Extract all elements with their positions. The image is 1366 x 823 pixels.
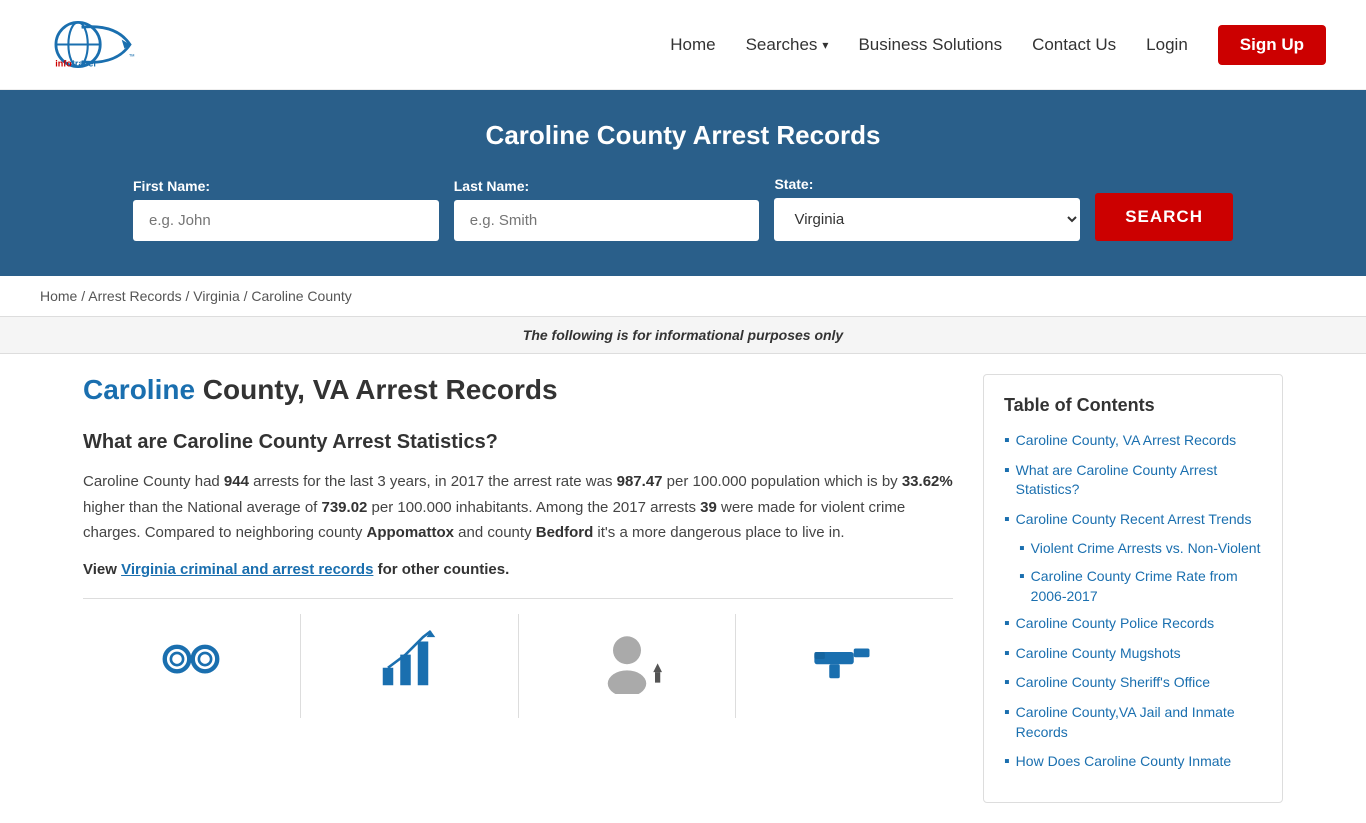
hero-section: Caroline County Arrest Records First Nam… — [0, 90, 1366, 276]
section1-paragraph: Caroline County had 944 arrests for the … — [83, 469, 953, 546]
bullet-icon: ▪ — [1019, 567, 1025, 586]
nav-home[interactable]: Home — [670, 35, 715, 55]
icon-cell-chart — [301, 614, 519, 718]
toc-link-sub-0[interactable]: Violent Crime Arrests vs. Non-Violent — [1031, 539, 1261, 559]
bullet-icon: ▪ — [1004, 703, 1010, 722]
search-form: First Name: Last Name: State: Virginia A… — [133, 176, 1233, 241]
hero-title: Caroline County Arrest Records — [40, 120, 1326, 151]
toc-list: ▪ Caroline County, VA Arrest Records ▪ W… — [1004, 431, 1262, 772]
toc-box: Table of Contents ▪ Caroline County, VA … — [983, 374, 1283, 803]
toc-link-6[interactable]: Caroline County,VA Jail and Inmate Recor… — [1016, 703, 1262, 742]
nav-links: Home Searches ▾ Business Solutions Conta… — [670, 25, 1326, 65]
toc-link-3[interactable]: Caroline County Police Records — [1016, 614, 1214, 634]
first-name-label: First Name: — [133, 178, 439, 194]
last-name-group: Last Name: — [454, 178, 760, 241]
last-name-label: Last Name: — [454, 178, 760, 194]
nav-contact-us[interactable]: Contact Us — [1032, 35, 1116, 55]
toc-link-1[interactable]: What are Caroline County Arrest Statisti… — [1016, 461, 1262, 500]
heading-rest: County, VA Arrest Records — [195, 374, 558, 405]
view-records-line: View Virginia criminal and arrest record… — [83, 561, 953, 578]
bullet-icon: ▪ — [1019, 539, 1025, 558]
breadcrumb: Home / Arrest Records / Virginia / Carol… — [0, 276, 1366, 317]
gun-icon — [810, 624, 880, 708]
search-button[interactable]: SEARCH — [1095, 193, 1233, 241]
bullet-icon: ▪ — [1004, 644, 1010, 663]
info-banner: The following is for informational purpo… — [0, 317, 1366, 354]
icon-cell-mugshot — [519, 614, 737, 718]
bullet-icon: ▪ — [1004, 673, 1010, 692]
svg-text:™: ™ — [129, 53, 135, 60]
toc-link-4[interactable]: Caroline County Mugshots — [1016, 644, 1181, 664]
navbar: info tracer ™ Home Searches ▾ Business S… — [0, 0, 1366, 90]
main-layout: Caroline County, VA Arrest Records What … — [43, 354, 1323, 823]
mugshot-icon — [592, 624, 662, 708]
toc-item-2: ▪ Caroline County Recent Arrest Trends — [1004, 510, 1262, 530]
toc-link-sub-1[interactable]: Caroline County Crime Rate from 2006-201… — [1031, 567, 1262, 606]
virginia-records-link[interactable]: Virginia criminal and arrest records — [121, 561, 373, 578]
page-heading: Caroline County, VA Arrest Records — [83, 374, 953, 406]
nav-login[interactable]: Login — [1146, 35, 1188, 55]
sidebar: Table of Contents ▪ Caroline County, VA … — [983, 374, 1283, 803]
toc-item-sub-0: ▪ Violent Crime Arrests vs. Non-Violent — [1019, 539, 1262, 559]
content-area: Caroline County, VA Arrest Records What … — [83, 374, 953, 803]
nav-searches[interactable]: Searches ▾ — [746, 35, 829, 55]
toc-item-5: ▪ Caroline County Sheriff's Office — [1004, 673, 1262, 693]
toc-link-2[interactable]: Caroline County Recent Arrest Trends — [1016, 510, 1252, 530]
icon-row — [83, 598, 953, 718]
state-label: State: — [774, 176, 1080, 192]
breadcrumb-virginia[interactable]: Virginia — [193, 288, 239, 304]
bullet-icon: ▪ — [1004, 614, 1010, 633]
toc-item-4: ▪ Caroline County Mugshots — [1004, 644, 1262, 664]
chart-icon — [374, 624, 444, 708]
toc-item-0: ▪ Caroline County, VA Arrest Records — [1004, 431, 1262, 451]
searches-chevron-icon: ▾ — [822, 38, 828, 52]
toc-item-7: ▪ How Does Caroline County Inmate — [1004, 752, 1262, 772]
nav-signup-button[interactable]: Sign Up — [1218, 25, 1326, 65]
bullet-icon: ▪ — [1004, 510, 1010, 529]
toc-item-sub-1: ▪ Caroline County Crime Rate from 2006-2… — [1019, 567, 1262, 606]
heading-highlight: Caroline — [83, 374, 195, 405]
toc-link-7[interactable]: How Does Caroline County Inmate — [1016, 752, 1232, 772]
breadcrumb-home[interactable]: Home — [40, 288, 77, 304]
icon-cell-gun — [736, 614, 953, 718]
toc-title: Table of Contents — [1004, 395, 1262, 416]
icon-cell-handcuffs — [83, 614, 301, 718]
toc-sub-list: ▪ Violent Crime Arrests vs. Non-Violent … — [1004, 539, 1262, 606]
logo[interactable]: info tracer ™ — [40, 12, 220, 77]
section1-heading: What are Caroline County Arrest Statisti… — [83, 431, 953, 454]
state-group: State: Virginia Alabama Alaska Arizona C… — [774, 176, 1080, 241]
bullet-icon: ▪ — [1004, 431, 1010, 450]
breadcrumb-arrest-records[interactable]: Arrest Records — [88, 288, 181, 304]
bullet-icon: ▪ — [1004, 461, 1010, 480]
toc-item-1: ▪ What are Caroline County Arrest Statis… — [1004, 461, 1262, 500]
first-name-group: First Name: — [133, 178, 439, 241]
breadcrumb-caroline-county: Caroline County — [251, 288, 351, 304]
svg-text:tracer: tracer — [72, 59, 98, 69]
toc-link-0[interactable]: Caroline County, VA Arrest Records — [1016, 431, 1236, 451]
last-name-input[interactable] — [454, 200, 760, 241]
toc-item-6: ▪ Caroline County,VA Jail and Inmate Rec… — [1004, 703, 1262, 742]
toc-item-3: ▪ Caroline County Police Records — [1004, 614, 1262, 634]
handcuffs-icon — [156, 624, 226, 708]
state-select[interactable]: Virginia Alabama Alaska Arizona Californ… — [774, 198, 1080, 241]
first-name-input[interactable] — [133, 200, 439, 241]
svg-text:info: info — [55, 59, 72, 69]
nav-business-solutions[interactable]: Business Solutions — [858, 35, 1002, 55]
bullet-icon: ▪ — [1004, 752, 1010, 771]
toc-link-5[interactable]: Caroline County Sheriff's Office — [1016, 673, 1210, 693]
